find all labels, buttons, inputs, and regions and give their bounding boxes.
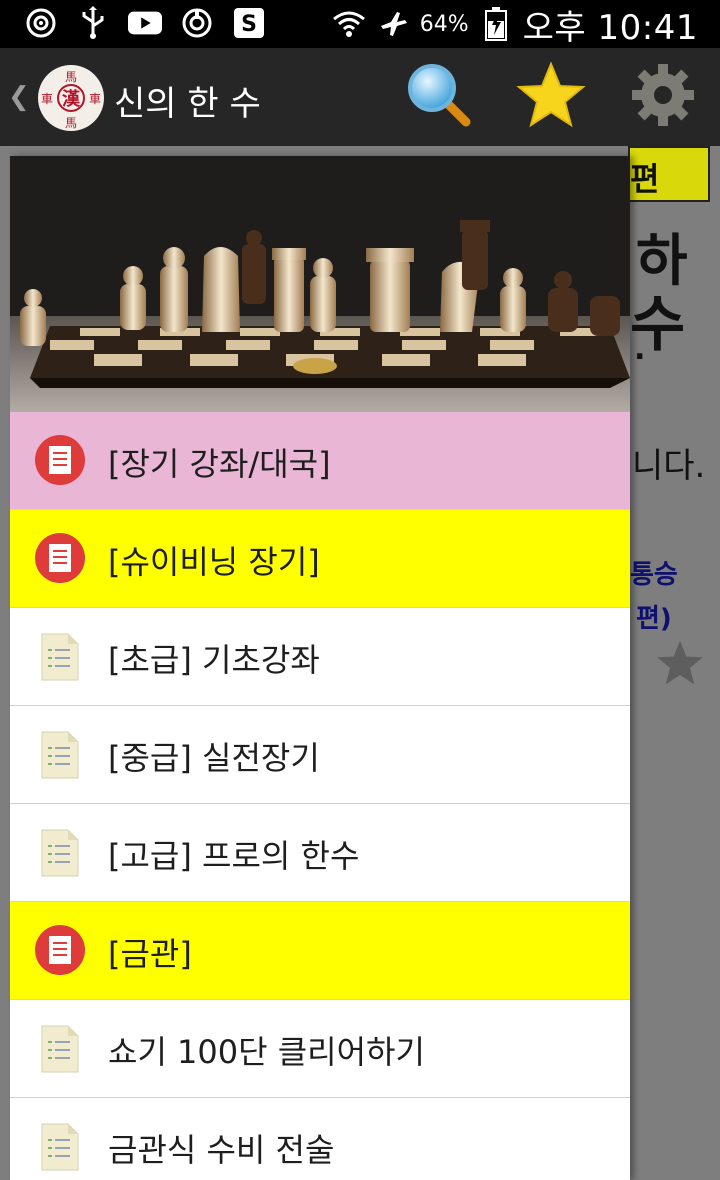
document-icon (34, 630, 86, 682)
back-chevron-icon[interactable]: ❮ (8, 82, 30, 112)
search-icon (404, 60, 474, 134)
red-document-icon (34, 532, 86, 584)
target-icon (24, 6, 58, 40)
background-badge: 편 (628, 146, 710, 202)
battery-percent: 64% (419, 11, 469, 37)
document-icon (34, 826, 86, 878)
settings-button[interactable] (628, 62, 698, 132)
navigation-drawer: [장기 강좌/대국] [슈이비닝 장기] [초급] 기초강좌 [중급] 실전장기… (10, 156, 630, 1180)
svg-text:漢: 漢 (62, 88, 81, 110)
background-fragment-dot: . (634, 332, 646, 367)
menu-item-shogi-100[interactable]: 쇼기 100단 클리어하기 (10, 1000, 630, 1098)
menu-item-label: [중급] 실전장기 (108, 739, 320, 777)
drawer-header-image (10, 156, 630, 412)
app-logo[interactable]: 漢 馬 馬 車 車 (38, 65, 104, 131)
menu-item-label: [초급] 기초강좌 (108, 641, 320, 679)
wifi-icon (332, 7, 366, 41)
svg-text:車: 車 (41, 92, 53, 106)
menu-item-label: [슈이비닝 장기] (108, 543, 320, 581)
gear-icon (628, 60, 698, 134)
menu-item-label: 쇼기 100단 클리어하기 (108, 1033, 425, 1071)
background-fragment-text: 니다. (632, 446, 706, 486)
search-button[interactable] (404, 62, 474, 132)
menu-item-lecture-match[interactable]: [장기 강좌/대국] (10, 412, 630, 510)
svg-text:車: 車 (89, 92, 101, 106)
svg-text:馬: 馬 (65, 70, 77, 84)
refresh-icon (180, 6, 214, 40)
red-document-icon (34, 434, 86, 486)
battery-icon (479, 7, 513, 41)
clock: 오후 10:41 (522, 7, 698, 48)
s-app-icon: S (232, 6, 266, 40)
status-bar: S 64% 오후 10:41 (0, 0, 720, 48)
action-bar: ❮ 漢 馬 馬 車 車 신의 한 수 (0, 48, 720, 146)
star-icon (516, 60, 586, 134)
menu-item-label: 금관식 수비 전술 (108, 1131, 335, 1169)
app-title: 신의 한 수 (114, 84, 261, 124)
document-icon (34, 1022, 86, 1074)
favorites-button[interactable] (516, 60, 586, 134)
svg-text:S: S (241, 12, 257, 37)
chess-board-illustration (10, 156, 630, 412)
background-star-icon[interactable] (654, 638, 706, 692)
svg-text:馬: 馬 (65, 116, 77, 130)
background-fragment-top: 편 (630, 160, 660, 198)
menu-item-shuibining[interactable]: [슈이비닝 장기] (10, 510, 630, 608)
menu-item-intermediate[interactable]: [중급] 실전장기 (10, 706, 630, 804)
document-icon (34, 1120, 86, 1172)
youtube-icon (128, 6, 162, 40)
background-fragment-blue2: 편) (636, 604, 672, 634)
status-right: 64% 오후 10:41 (332, 0, 698, 48)
usb-icon (76, 6, 110, 40)
airplane-icon (376, 7, 410, 41)
menu-item-label: [고급] 프로의 한수 (108, 837, 360, 875)
document-icon (34, 728, 86, 780)
background-fragment-blue1: 통승 (630, 560, 678, 590)
menu-item-label: [장기 강좌/대국] (108, 445, 331, 483)
status-left-icons: S (24, 6, 266, 40)
drawer-menu: [장기 강좌/대국] [슈이비닝 장기] [초급] 기초강좌 [중급] 실전장기… (10, 412, 630, 1180)
menu-item-advanced[interactable]: [고급] 프로의 한수 (10, 804, 630, 902)
red-document-icon (34, 924, 86, 976)
menu-item-geumgwan-defense[interactable]: 금관식 수비 전술 (10, 1098, 630, 1180)
menu-item-beginner[interactable]: [초급] 기초강좌 (10, 608, 630, 706)
menu-item-geumgwan[interactable]: [금관] (10, 902, 630, 1000)
menu-item-label: [금관] (108, 935, 192, 973)
